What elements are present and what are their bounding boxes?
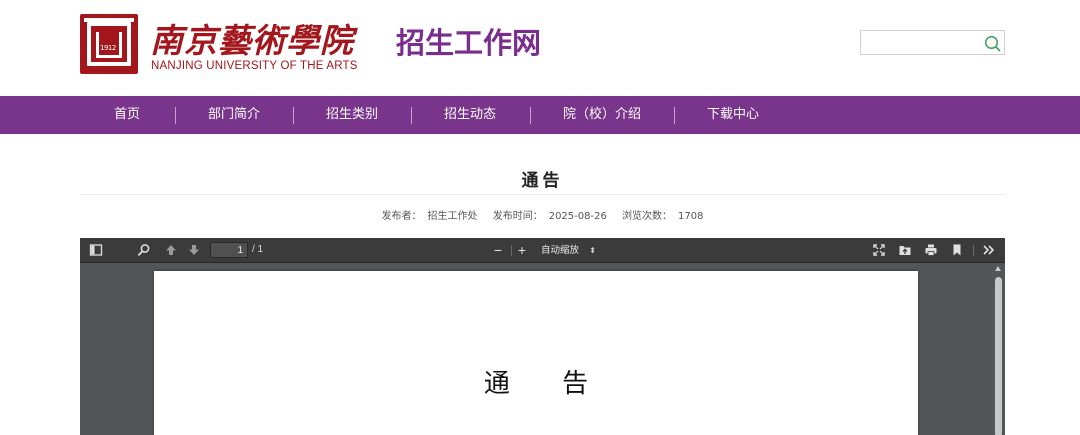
previous-page-icon[interactable]	[164, 243, 178, 257]
views-label: 浏览次数：	[622, 211, 673, 222]
search-input[interactable]	[861, 31, 979, 54]
bookmark-icon[interactable]	[950, 243, 964, 257]
pdf-page-area[interactable]: 通 告	[80, 264, 1005, 435]
double-chevron-right-icon[interactable]	[982, 243, 996, 257]
zoom-select[interactable]: 自动缩放 ⬍	[535, 242, 600, 259]
nav-item-home[interactable]: 首页	[94, 96, 160, 134]
nav-item-admission-types[interactable]: 招生类别	[313, 96, 391, 134]
article-title: 通告	[521, 171, 564, 191]
publish-time-label: 发布时间：	[492, 211, 543, 222]
nav-divider	[411, 107, 412, 124]
sidebar-toggle-icon[interactable]	[89, 243, 103, 257]
scroll-up-icon[interactable]	[995, 266, 1001, 271]
views-value: 1708	[678, 211, 704, 222]
page-count: / 1	[252, 244, 264, 255]
pdf-page-heading: 通 告	[483, 369, 611, 399]
page-number-input[interactable]	[210, 242, 248, 258]
search-icon[interactable]	[984, 35, 1001, 52]
university-name-en: NANJING UNIVERSITY OF THE ARTS	[151, 60, 358, 72]
pdf-scrollbar[interactable]	[992, 264, 1005, 435]
pdf-viewer: / 1 − + 自动缩放 ⬍	[80, 238, 1005, 435]
next-page-icon[interactable]	[187, 243, 201, 257]
university-name-cn[interactable]: 南京藝術學院	[150, 14, 354, 62]
university-seal-logo[interactable]: 1912	[80, 14, 138, 74]
zoom-out-button[interactable]: −	[490, 241, 506, 259]
publisher-label: 发布者：	[381, 211, 422, 222]
zoom-in-button[interactable]: +	[514, 241, 530, 259]
select-caret-icon: ⬍	[589, 246, 596, 255]
pdf-toolbar: / 1 − + 自动缩放 ⬍	[80, 238, 1005, 263]
open-file-icon[interactable]	[898, 243, 912, 257]
nav-item-department[interactable]: 部门简介	[195, 96, 273, 134]
nav-divider	[674, 107, 675, 124]
main-nav: 首页 部门简介 招生类别 招生动态 院（校）介绍 下载中心	[0, 96, 1080, 134]
print-icon[interactable]	[924, 243, 938, 257]
site-title: 招生工作网	[396, 26, 542, 60]
find-icon[interactable]	[137, 243, 151, 257]
pdf-page: 通 告	[154, 271, 918, 435]
presentation-mode-icon[interactable]	[872, 243, 886, 257]
title-divider	[80, 194, 1005, 195]
zoom-select-value: 自动缩放	[541, 245, 580, 256]
publish-time-value: 2025-08-26	[548, 211, 607, 222]
article-meta: 发布者： 招生工作处 发布时间： 2025-08-26 浏览次数： 1708	[80, 207, 1005, 222]
nav-item-downloads[interactable]: 下载中心	[694, 96, 772, 134]
nav-item-news[interactable]: 招生动态	[431, 96, 509, 134]
nav-divider	[175, 107, 176, 124]
nav-divider	[530, 107, 531, 124]
search-box	[860, 30, 1005, 55]
nav-item-school-intro[interactable]: 院（校）介绍	[550, 96, 654, 134]
toolbar-divider	[511, 245, 512, 256]
seal-year: 1912	[100, 44, 116, 52]
publisher-value: 招生工作处	[427, 211, 478, 222]
site-header: 1912 南京藝術學院 NANJING UNIVERSITY OF THE AR…	[0, 0, 1080, 96]
nav-divider	[293, 107, 294, 124]
scrollbar-thumb[interactable]	[995, 277, 1002, 435]
toolbar-divider	[973, 245, 974, 256]
